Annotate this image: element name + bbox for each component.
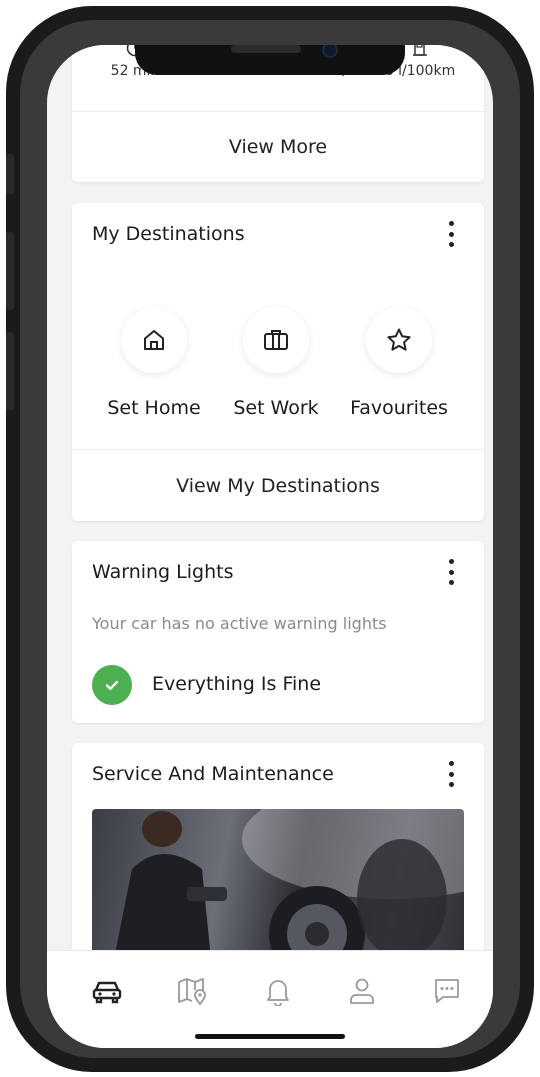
check-icon bbox=[92, 665, 132, 705]
service-title: Service And Maintenance bbox=[92, 763, 334, 785]
destinations-menu-icon[interactable] bbox=[448, 221, 454, 247]
divider bbox=[72, 111, 484, 112]
warning-lights-menu-icon[interactable] bbox=[448, 559, 454, 585]
view-my-destinations-link[interactable]: View My Destinations bbox=[72, 475, 484, 497]
set-home-label: Set Home bbox=[107, 397, 201, 419]
chat-icon[interactable] bbox=[427, 971, 467, 1011]
speaker bbox=[231, 45, 301, 53]
mute-switch bbox=[6, 154, 14, 194]
warning-lights-card: Warning Lights Your car has no active wa… bbox=[72, 541, 484, 723]
view-more-link[interactable]: View More bbox=[72, 136, 484, 158]
app-screen: 52 min 57 km 76 km/h 6 l/100km View More… bbox=[47, 45, 493, 1048]
set-work-button[interactable]: Set Work bbox=[211, 307, 341, 419]
favourites-label: Favourites bbox=[350, 397, 448, 419]
favourites-button[interactable]: Favourites bbox=[334, 307, 464, 419]
destinations-card: My Destinations Set Home Set Work Favour… bbox=[72, 203, 484, 521]
home-indicator[interactable] bbox=[195, 1034, 345, 1039]
set-work-label: Set Work bbox=[233, 397, 319, 419]
map-icon[interactable] bbox=[172, 971, 212, 1011]
service-photo[interactable] bbox=[92, 809, 464, 969]
notch bbox=[135, 45, 405, 75]
service-menu-icon[interactable] bbox=[448, 761, 454, 787]
set-home-button[interactable]: Set Home bbox=[89, 307, 219, 419]
warning-lights-title: Warning Lights bbox=[92, 561, 234, 583]
divider bbox=[72, 449, 484, 450]
front-camera bbox=[322, 45, 338, 58]
volume-up-button bbox=[6, 232, 14, 310]
volume-down-button bbox=[6, 332, 14, 410]
car-icon[interactable] bbox=[87, 971, 127, 1011]
home-icon bbox=[121, 307, 187, 373]
destinations-title: My Destinations bbox=[92, 223, 245, 245]
fuel-pump-icon bbox=[412, 45, 428, 61]
star-icon bbox=[366, 307, 432, 373]
briefcase-icon bbox=[243, 307, 309, 373]
bell-icon[interactable] bbox=[258, 971, 298, 1011]
warning-lights-message: Your car has no active warning lights bbox=[92, 614, 387, 633]
warning-status-text: Everything Is Fine bbox=[152, 673, 322, 695]
profile-icon[interactable] bbox=[342, 971, 382, 1011]
